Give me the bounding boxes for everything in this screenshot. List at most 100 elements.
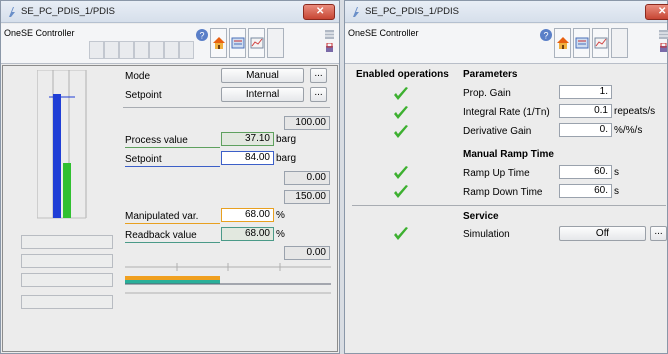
grid-icon[interactable] [659, 30, 668, 39]
parameter-view-button[interactable] [229, 28, 246, 58]
controller-name: OneSE Controller [4, 28, 75, 38]
blank-view-button[interactable] [611, 28, 628, 58]
derivative-gain-label: Derivative Gain [463, 126, 532, 137]
view-cell[interactable] [119, 41, 134, 59]
mv-unit: % [276, 210, 285, 221]
toolbar: OneSE Controller ? [1, 24, 339, 64]
simulation-dots-button[interactable]: ... [650, 226, 667, 241]
setpoint-dots-button[interactable]: ... [310, 87, 327, 102]
lock-icon[interactable] [325, 43, 334, 52]
status-box [21, 235, 113, 249]
title-bar[interactable]: SE_PC_PDIS_1/PDIS ✕ [345, 1, 668, 23]
view-cell[interactable] [89, 41, 104, 59]
app-icon [9, 7, 15, 17]
check-icon [394, 125, 408, 138]
mv-label: Manipulated var. [125, 211, 199, 222]
trend-view-button[interactable] [592, 28, 609, 58]
sp-underline [125, 166, 220, 167]
faceplate-window-parameters: SE_PC_PDIS_1/PDIS ✕ OneSE Controller ? E… [344, 0, 668, 354]
ramp-down-input[interactable]: 60. [559, 184, 612, 198]
view-cells [89, 41, 194, 59]
setpoint-bar [53, 94, 61, 218]
faceplate-window-standard: SE_PC_PDIS_1/PDIS ✕ OneSE Controller ? M… [0, 0, 340, 354]
mv-underline [125, 223, 220, 224]
mv-value-input[interactable]: 68.00 [221, 208, 274, 222]
home-icon [213, 37, 225, 49]
readback-underline [125, 242, 220, 243]
sp-label: Setpoint [125, 154, 162, 165]
mv-bar-graph [125, 263, 331, 294]
sp-value-input[interactable]: 84.00 [221, 151, 274, 165]
mv-bar [125, 276, 220, 280]
derivative-gain-unit: %/%/s [614, 125, 643, 136]
readback-bar [125, 280, 220, 284]
pv-range-high: 100.00 [284, 116, 330, 130]
divider [352, 205, 666, 206]
close-button[interactable]: ✕ [303, 4, 335, 20]
window-title: SE_PC_PDIS_1/PDIS [365, 6, 459, 17]
service-header: Service [463, 211, 499, 222]
lock-icon[interactable] [659, 43, 668, 52]
view-cell[interactable] [179, 41, 194, 59]
enabled-operations-header: Enabled operations [356, 69, 449, 80]
mv-range-low: 0.00 [284, 246, 330, 260]
mode-dots-button[interactable]: ... [310, 68, 327, 83]
standard-view: Mode Manual ... Setpoint Internal ... 10… [2, 65, 338, 352]
parameter-icon [231, 37, 245, 49]
setpoint-source-label: Setpoint [125, 90, 162, 101]
mode-button[interactable]: Manual [221, 68, 304, 83]
trend-view-button[interactable] [248, 28, 265, 58]
view-cell[interactable] [104, 41, 119, 59]
window-title: SE_PC_PDIS_1/PDIS [21, 6, 115, 17]
grid-icon[interactable] [325, 30, 334, 39]
standard-view-button[interactable] [554, 28, 571, 58]
divider [123, 107, 330, 108]
parameter-view: Enabled operations Parameters Prop. Gain… [346, 65, 667, 352]
prop-gain-label: Prop. Gain [463, 88, 511, 99]
check-icon [394, 87, 408, 100]
home-icon [557, 37, 569, 49]
integral-rate-input[interactable]: 0.1 [559, 104, 612, 118]
status-box [21, 254, 113, 268]
help-icon[interactable]: ? [195, 28, 209, 42]
trend-icon [250, 37, 264, 49]
ramp-down-label: Ramp Down Time [463, 187, 543, 198]
pv-value: 37.10 [221, 132, 274, 146]
svg-text:?: ? [199, 31, 204, 41]
help-icon[interactable]: ? [539, 28, 553, 42]
controller-name: OneSE Controller [348, 28, 419, 38]
parameter-icon [575, 37, 589, 49]
setpoint-source-button[interactable]: Internal [221, 87, 304, 102]
check-icon [394, 106, 408, 119]
view-cell[interactable] [149, 41, 164, 59]
status-box [21, 273, 113, 287]
readback-label: Readback value [125, 230, 197, 241]
check-icon [394, 185, 408, 198]
pv-underline [125, 147, 220, 148]
parameters-header: Parameters [463, 69, 518, 80]
svg-text:?: ? [543, 31, 548, 41]
view-cell[interactable] [134, 41, 149, 59]
derivative-gain-input[interactable]: 0. [559, 123, 612, 137]
pv-unit: barg [276, 134, 297, 145]
check-icon [394, 166, 408, 179]
sp-unit: barg [276, 153, 297, 164]
ramp-up-input[interactable]: 60. [559, 165, 612, 179]
title-bar[interactable]: SE_PC_PDIS_1/PDIS ✕ [1, 1, 339, 23]
view-cell[interactable] [164, 41, 179, 59]
integral-rate-unit: repeats/s [614, 106, 656, 117]
ramp-up-unit: s [614, 167, 619, 178]
prop-gain-input[interactable]: 1. [559, 85, 612, 99]
mv-range-high: 150.00 [284, 190, 330, 204]
simulation-button[interactable]: Off [559, 226, 646, 241]
ramp-up-label: Ramp Up Time [463, 168, 530, 179]
bar-graph [37, 70, 87, 219]
close-button[interactable]: ✕ [645, 4, 668, 20]
blank-view-button[interactable] [267, 28, 284, 58]
app-icon [353, 7, 359, 17]
parameter-view-button[interactable] [573, 28, 590, 58]
process-value-bar [63, 163, 71, 218]
standard-view-button[interactable] [210, 28, 227, 58]
manual-ramp-time-header: Manual Ramp Time [463, 149, 554, 160]
mode-label: Mode [125, 71, 151, 82]
